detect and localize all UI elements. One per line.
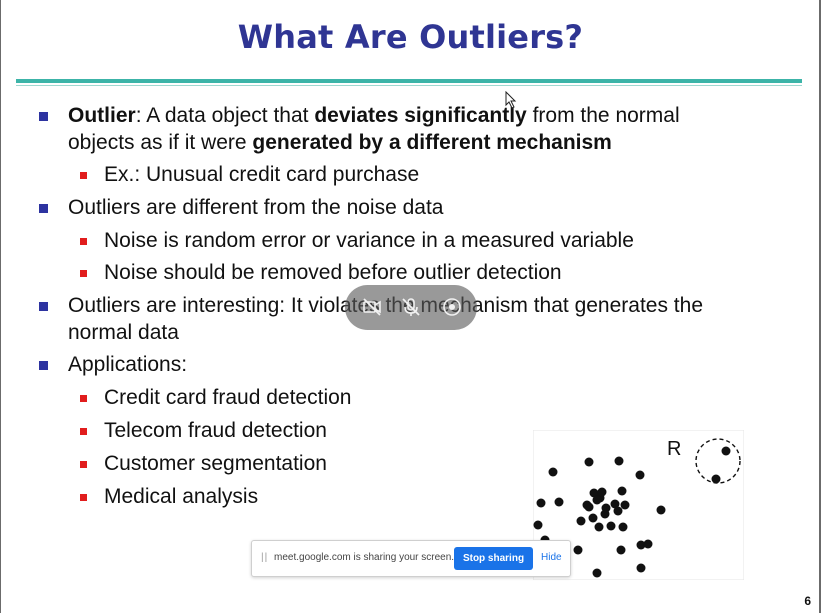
camera-off-icon[interactable] bbox=[361, 296, 383, 318]
bullet-line: objects as if it were generated by a dif… bbox=[68, 129, 680, 156]
text-segment: from the normal bbox=[526, 104, 680, 127]
data-point bbox=[635, 470, 645, 480]
data-point bbox=[597, 487, 607, 497]
bullet-marker-level2 bbox=[80, 494, 87, 501]
text-segment: Customer segmentation bbox=[104, 452, 327, 475]
bullet-marker-level1 bbox=[39, 204, 48, 213]
data-point bbox=[554, 497, 564, 507]
bullet-marker-level2 bbox=[80, 238, 87, 245]
stop-sharing-button[interactable]: Stop sharing bbox=[454, 547, 533, 570]
bullet-item-level1: Outliers are different from the noise da… bbox=[68, 194, 443, 221]
text-segment: normal data bbox=[68, 321, 179, 344]
bullet-item-level2: Noise is random error or variance in a m… bbox=[104, 227, 634, 254]
bullet-line: Noise is random error or variance in a m… bbox=[104, 227, 634, 254]
bullet-item-level2: Customer segmentation bbox=[104, 450, 327, 477]
bullet-marker-level1 bbox=[39, 112, 48, 121]
title-divider bbox=[16, 79, 802, 83]
text-segment: Credit card fraud detection bbox=[104, 386, 352, 409]
data-point bbox=[594, 522, 604, 532]
bullet-item-level2: Ex.: Unusual credit card purchase bbox=[104, 161, 419, 188]
data-point bbox=[592, 568, 602, 578]
data-point bbox=[533, 520, 543, 530]
bullet-line: Noise should be removed before outlier d… bbox=[104, 259, 562, 286]
mouse-cursor-icon bbox=[505, 91, 517, 109]
region-label: R bbox=[667, 438, 681, 460]
bullet-item-level2: Credit card fraud detection bbox=[104, 384, 351, 411]
data-point bbox=[548, 467, 558, 477]
data-point bbox=[582, 500, 592, 510]
bold-text-segment: Outlier bbox=[68, 104, 136, 127]
bullet-item-level1: Outlier: A data object that deviates sig… bbox=[68, 102, 680, 156]
text-segment: objects as if it were bbox=[68, 131, 253, 154]
bullet-line: Outlier: A data object that deviates sig… bbox=[68, 102, 680, 129]
data-point bbox=[606, 521, 616, 531]
bullet-line: Telecom fraud detection bbox=[104, 417, 327, 444]
bullet-marker-level1 bbox=[39, 361, 48, 370]
data-point bbox=[592, 495, 602, 505]
data-point bbox=[610, 499, 620, 509]
bullet-marker-level2 bbox=[80, 172, 87, 179]
data-point bbox=[573, 545, 583, 555]
bullet-marker-level2 bbox=[80, 270, 87, 277]
data-point bbox=[643, 539, 653, 549]
bullet-line: Outliers are different from the noise da… bbox=[68, 194, 443, 221]
bullet-item-level2: Medical analysis bbox=[104, 483, 258, 510]
data-point bbox=[584, 457, 594, 467]
text-segment: Noise should be removed before outlier d… bbox=[104, 261, 562, 284]
text-segment: Telecom fraud detection bbox=[104, 419, 327, 442]
bullet-marker-level1 bbox=[39, 302, 48, 311]
page-number: 6 bbox=[804, 594, 811, 608]
bullet-item-level1: Applications: bbox=[68, 351, 187, 378]
bullet-line: Credit card fraud detection bbox=[104, 384, 351, 411]
text-segment: Noise is random error or variance in a m… bbox=[104, 229, 634, 252]
outlier-point bbox=[711, 474, 721, 484]
bullet-line: Applications: bbox=[68, 351, 187, 378]
title-divider-thin bbox=[16, 85, 802, 86]
text-segment: Ex.: Unusual credit card purchase bbox=[104, 163, 420, 186]
mic-off-icon[interactable] bbox=[400, 296, 422, 318]
data-point bbox=[617, 486, 627, 496]
data-point bbox=[636, 563, 646, 573]
bullet-line: Medical analysis bbox=[104, 483, 258, 510]
slide-frame-left-border bbox=[0, 0, 1, 613]
slide-title: What Are Outliers? bbox=[237, 18, 584, 56]
outlier-point bbox=[721, 446, 731, 456]
bullet-line: Customer segmentation bbox=[104, 450, 327, 477]
text-segment: Medical analysis bbox=[104, 485, 259, 508]
bold-text-segment: deviates significantly bbox=[314, 104, 527, 127]
text-segment: : A data object that bbox=[135, 104, 315, 127]
text-segment: Applications: bbox=[68, 353, 188, 376]
drag-handle-icon[interactable]: || bbox=[261, 552, 268, 563]
data-point bbox=[536, 498, 546, 508]
data-point bbox=[588, 513, 598, 523]
data-point bbox=[618, 522, 628, 532]
data-point bbox=[614, 456, 624, 466]
record-icon[interactable] bbox=[441, 296, 463, 318]
bullet-line: Ex.: Unusual credit card purchase bbox=[104, 161, 419, 188]
data-point bbox=[576, 516, 586, 526]
data-point bbox=[656, 505, 666, 515]
bullet-marker-level2 bbox=[80, 395, 87, 402]
bold-text-segment: generated by a different mechanism bbox=[252, 131, 612, 154]
bullet-item-level2: Telecom fraud detection bbox=[104, 417, 327, 444]
text-segment: Outliers are different from the noise da… bbox=[68, 196, 444, 219]
screen-share-bar: || meet.google.com is sharing your scree… bbox=[251, 540, 571, 577]
share-status-message: meet.google.com is sharing your screen. bbox=[274, 552, 455, 563]
media-controls-overlay[interactable] bbox=[345, 285, 477, 330]
hide-button[interactable]: Hide bbox=[541, 552, 562, 563]
data-point bbox=[600, 509, 610, 519]
bullet-marker-level2 bbox=[80, 461, 87, 468]
data-point bbox=[616, 545, 626, 555]
data-point bbox=[620, 500, 630, 510]
bullet-item-level2: Noise should be removed before outlier d… bbox=[104, 259, 562, 286]
bullet-marker-level2 bbox=[80, 428, 87, 435]
